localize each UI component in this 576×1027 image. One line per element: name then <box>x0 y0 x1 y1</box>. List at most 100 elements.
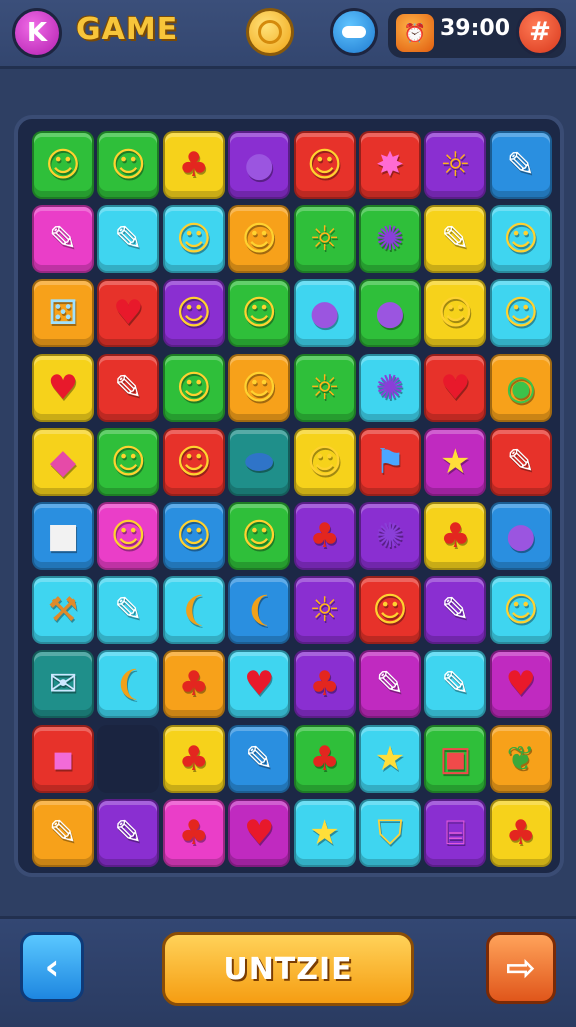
tile-smiley[interactable]: ☺ <box>162 205 225 274</box>
pencil-icon: ✎ <box>506 145 536 185</box>
tile-cassette[interactable]: ⌸ <box>424 798 487 867</box>
coin-icon[interactable] <box>246 8 294 56</box>
smiley-icon: ☺ <box>176 516 212 556</box>
tile-smiley[interactable]: ☺ <box>97 502 160 570</box>
tile-lollipop[interactable]: ♣ <box>293 502 356 570</box>
tile-heart[interactable]: ♥ <box>228 798 291 867</box>
grid-menu-button[interactable]: # <box>516 8 564 56</box>
tile-lollipop[interactable]: ♣ <box>489 798 552 867</box>
heart-icon: ♥ <box>243 664 275 705</box>
heart-icon: ♥ <box>505 664 537 705</box>
tile-blob[interactable]: ◉ <box>489 353 552 422</box>
tile-bean[interactable]: ❨ <box>97 650 160 719</box>
tile-monster[interactable]: ✺ <box>359 353 421 422</box>
tile-leaf[interactable]: ❦ <box>489 724 552 793</box>
smiley-icon: ☺ <box>110 516 147 556</box>
tile-smiley[interactable]: ☺ <box>228 205 291 274</box>
tile-smiley[interactable]: ☺ <box>32 131 94 199</box>
tile-smiley[interactable]: ☺ <box>228 502 291 570</box>
tile-balloon[interactable]: ● <box>293 279 356 348</box>
tile-flag[interactable]: ⚑ <box>359 427 421 496</box>
tile-smiley[interactable]: ☺ <box>162 279 225 348</box>
tile-star[interactable]: ★ <box>293 798 356 867</box>
tile-pencil[interactable]: ✎ <box>489 131 552 199</box>
tile-smiley[interactable]: ☺ <box>228 279 291 348</box>
tile-heart[interactable]: ♥ <box>424 353 487 422</box>
tile-smiley[interactable]: ☺ <box>359 576 421 645</box>
tile-smiley[interactable]: ☺ <box>162 353 225 422</box>
tile-heart[interactable]: ♥ <box>228 650 291 719</box>
tile-smiley[interactable]: ☺ <box>424 279 487 348</box>
tile-bean[interactable]: ❨ <box>228 576 291 645</box>
tile-smiley[interactable]: ☺ <box>162 502 225 570</box>
cube-icon: ■ <box>46 516 80 556</box>
tile-envelope[interactable]: ✉ <box>32 650 94 719</box>
tile-burst[interactable]: ✸ <box>359 131 421 199</box>
next-button[interactable]: ⇨ <box>486 932 556 1004</box>
tile-smiley[interactable]: ☺ <box>293 131 356 199</box>
tile-smiley[interactable]: ☺ <box>489 205 552 274</box>
tile-balloon[interactable]: ● <box>359 279 421 348</box>
tile-star[interactable]: ★ <box>424 427 487 496</box>
tile-kite[interactable]: ◆ <box>32 427 94 496</box>
tile-pencil[interactable]: ✎ <box>97 798 160 867</box>
tile-pencil[interactable]: ✎ <box>489 427 552 496</box>
balloon-icon: ● <box>244 145 275 185</box>
tile-pencil[interactable]: ✎ <box>228 724 291 793</box>
timer-text: 39:00 <box>440 16 511 41</box>
tile-heart[interactable]: ♥ <box>97 279 160 348</box>
flag-icon: ⚑ <box>374 441 406 482</box>
tile-lollipop[interactable]: ♣ <box>162 798 225 867</box>
tile-sun[interactable]: ☼ <box>293 205 356 274</box>
smiley-icon: ☺ <box>437 293 474 334</box>
tile-bean[interactable]: ❨ <box>162 576 225 645</box>
tile-pencil[interactable]: ✎ <box>424 576 487 645</box>
untzie-button[interactable]: UNTZIE <box>162 932 414 1006</box>
tile-smiley[interactable]: ☺ <box>97 427 160 496</box>
tile-square[interactable]: ▪ <box>32 724 94 793</box>
tile-heart[interactable]: ♥ <box>489 650 552 719</box>
tile-sun[interactable]: ☼ <box>424 131 487 199</box>
smiley-icon: ☺ <box>110 145 147 185</box>
tile-lollipop[interactable]: ♣ <box>293 650 356 719</box>
tile-pencil[interactable]: ✎ <box>32 798 94 867</box>
tile-pencil[interactable]: ✎ <box>97 205 160 274</box>
tile-smiley[interactable]: ☺ <box>97 131 160 199</box>
lollipop-icon: ♣ <box>505 812 537 853</box>
toggle-button[interactable] <box>330 8 378 56</box>
tile-pencil[interactable]: ✎ <box>424 650 487 719</box>
tile-cube[interactable]: ■ <box>32 502 94 570</box>
tile-smiley[interactable]: ☺ <box>228 353 291 422</box>
tile-lollipop[interactable]: ♣ <box>162 724 225 793</box>
back-button[interactable]: ‹ <box>20 932 84 1002</box>
tile-monster[interactable]: ✺ <box>359 502 421 570</box>
tile-pencil[interactable]: ✎ <box>32 205 94 274</box>
tile-lollipop[interactable]: ♣ <box>162 650 225 719</box>
tile-balloon[interactable]: ● <box>228 131 291 199</box>
tile-pencil[interactable]: ✎ <box>97 576 160 645</box>
tile-pencil[interactable]: ✎ <box>424 205 487 274</box>
tile-sun[interactable]: ☼ <box>293 353 356 422</box>
smiley-icon: ☺ <box>503 590 539 631</box>
tile-lollipop[interactable]: ♣ <box>424 502 487 570</box>
k-menu-button[interactable]: K <box>12 8 62 58</box>
tile-monster[interactable]: ✺ <box>359 205 421 274</box>
tile-smiley[interactable]: ☺ <box>489 279 552 348</box>
tile-lollipop[interactable]: ♣ <box>293 724 356 793</box>
tile-dice[interactable]: ⚄ <box>32 279 94 348</box>
tile-smiley[interactable]: ☺ <box>293 427 356 496</box>
tile-star[interactable]: ★ <box>359 724 421 793</box>
tile-sun[interactable]: ☼ <box>293 576 356 645</box>
tile-screen[interactable]: ▣ <box>424 724 487 793</box>
tile-lollipop[interactable]: ♣ <box>162 131 225 199</box>
tile-pencil[interactable]: ✎ <box>97 353 160 422</box>
tile-smiley[interactable]: ☺ <box>489 576 552 645</box>
tile-pencil[interactable]: ✎ <box>359 650 421 719</box>
tile-balloon[interactable]: ● <box>489 502 552 570</box>
kite-icon: ◆ <box>49 441 77 482</box>
tile-hammer[interactable]: ⚒ <box>32 576 94 645</box>
tile-shield[interactable]: ⛉ <box>359 798 421 867</box>
tile-heart[interactable]: ♥ <box>32 353 94 422</box>
tile-smiley[interactable]: ☺ <box>162 427 225 496</box>
tile-ball[interactable]: ⬬ <box>228 427 291 496</box>
